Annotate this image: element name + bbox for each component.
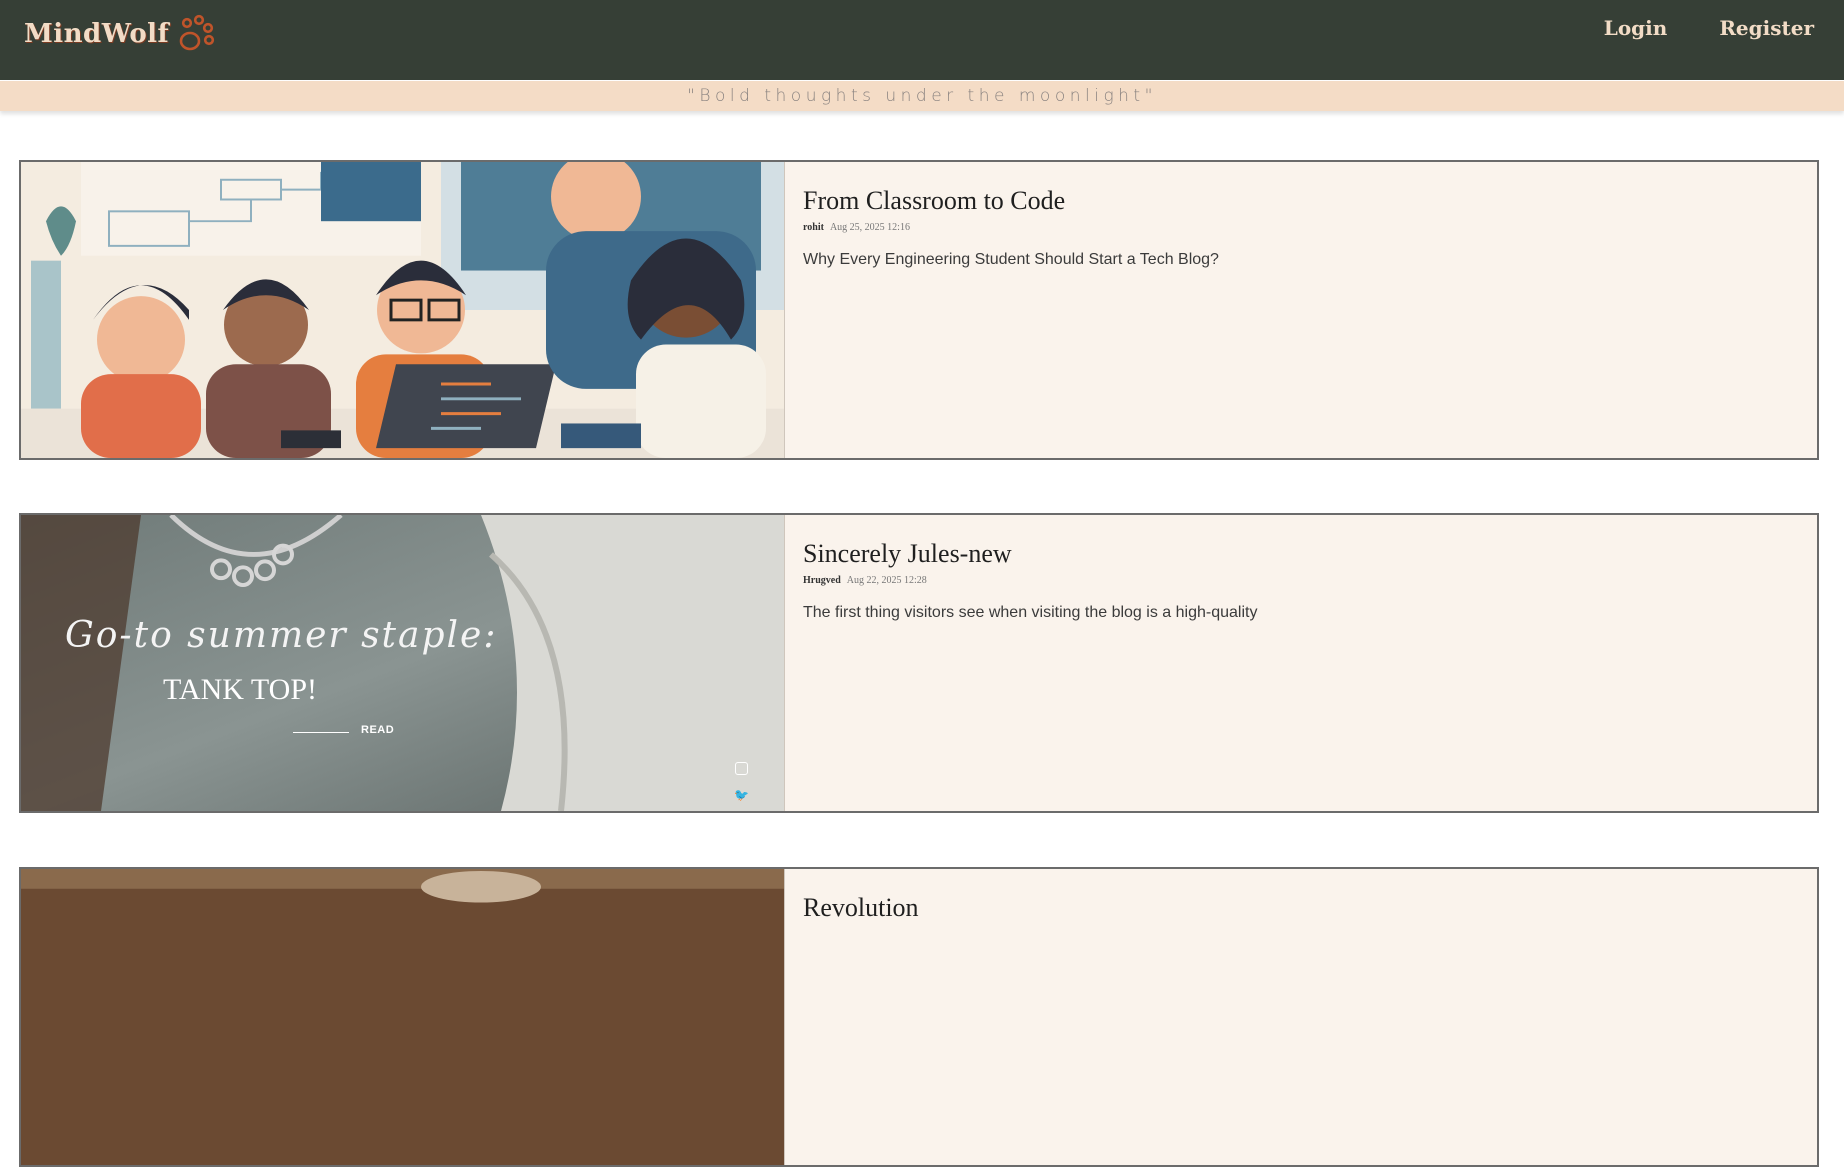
post-meta: rohit Aug 25, 2025 12:16 xyxy=(803,222,1797,233)
post-thumbnail[interactable]: Go-to summer staple: TANK TOP! READ 🐦 xyxy=(21,515,785,811)
post-meta: Hrugved Aug 22, 2025 12:28 xyxy=(803,575,1797,586)
post-card[interactable]: Revolution xyxy=(19,867,1819,1167)
post-info: Sincerely Jules-new Hrugved Aug 22, 2025… xyxy=(803,539,1797,622)
tagline-bar: "Bold thoughts under the moonlight" xyxy=(0,81,1844,111)
login-link[interactable]: Login xyxy=(1604,16,1668,40)
twitter-icon: 🐦 xyxy=(734,788,749,802)
post-title[interactable]: Revolution xyxy=(803,893,1797,923)
post-title[interactable]: Sincerely Jules-new xyxy=(803,539,1797,569)
post-card[interactable]: Go-to summer staple: TANK TOP! READ 🐦 Si… xyxy=(19,513,1819,813)
read-divider xyxy=(293,732,349,733)
wildlife-photo xyxy=(21,869,784,1165)
register-link[interactable]: Register xyxy=(1719,16,1814,40)
brand-logo[interactable]: MindWolf xyxy=(24,14,219,54)
image-script-text: Go-to summer staple: xyxy=(65,615,498,656)
tagline: "Bold thoughts under the moonlight" xyxy=(687,86,1157,106)
post-title[interactable]: From Classroom to Code xyxy=(803,186,1797,216)
brand-name[interactable]: MindWolf xyxy=(24,19,169,49)
post-date: Aug 22, 2025 12:28 xyxy=(846,575,927,586)
main-nav: Login Register xyxy=(1604,16,1814,40)
post-thumbnail[interactable] xyxy=(21,162,785,458)
top-navbar: MindWolf Login Register xyxy=(0,0,1844,80)
image-headline: TANK TOP! xyxy=(163,673,317,706)
post-author: rohit xyxy=(803,222,824,233)
paw-icon xyxy=(179,14,215,51)
post-thumbnail[interactable] xyxy=(21,869,785,1165)
post-info: Revolution xyxy=(803,893,1797,929)
post-date: Aug 25, 2025 12:16 xyxy=(829,222,910,233)
post-card[interactable]: From Classroom to Code rohit Aug 25, 202… xyxy=(19,160,1819,460)
fashion-photo xyxy=(21,515,784,811)
post-author: Hrugved xyxy=(803,575,841,586)
post-info: From Classroom to Code rohit Aug 25, 202… xyxy=(803,186,1797,269)
post-excerpt: Why Every Engineering Student Should Sta… xyxy=(803,251,1219,268)
read-link[interactable]: READ xyxy=(361,724,394,736)
classroom-illustration xyxy=(21,162,784,458)
post-excerpt: The first thing visitors see when visiti… xyxy=(803,604,1258,621)
instagram-icon xyxy=(735,762,748,775)
